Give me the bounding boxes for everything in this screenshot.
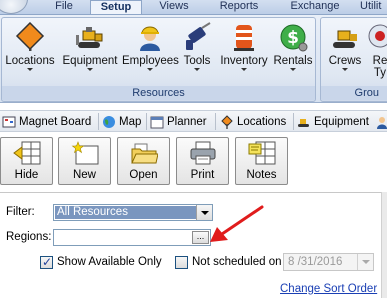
change-sort-order-link[interactable]: Change Sort Order bbox=[280, 283, 377, 295]
application-menu-button[interactable] bbox=[0, 0, 28, 14]
planner-label: Planner bbox=[167, 116, 207, 128]
chevron-down-icon[interactable] bbox=[27, 68, 33, 71]
resources-group-label: Resources bbox=[2, 86, 315, 100]
notes-label: Notes bbox=[246, 169, 277, 181]
filter-dropdown[interactable]: All Resources bbox=[53, 204, 213, 221]
location-pin-icon bbox=[221, 115, 233, 129]
panel-scrollbar[interactable] bbox=[381, 192, 387, 298]
locations-label: Locations bbox=[5, 55, 55, 67]
magnet-board-button[interactable]: Magnet Board bbox=[2, 114, 91, 130]
tools-label: Tools bbox=[183, 55, 211, 67]
printer-icon bbox=[190, 141, 215, 165]
crew-bulldozer-icon bbox=[333, 30, 357, 48]
gear-search-icon bbox=[368, 24, 387, 48]
rentals-label: Rentals bbox=[273, 55, 313, 67]
show-available-checkbox[interactable] bbox=[40, 255, 53, 269]
notes-button[interactable]: Notes bbox=[235, 137, 288, 185]
toolbar-divider bbox=[215, 113, 216, 130]
locations-view-button[interactable]: Locations bbox=[220, 114, 286, 130]
locations-view-label: Locations bbox=[237, 116, 287, 128]
drill-icon bbox=[186, 22, 211, 50]
chevron-down-icon[interactable] bbox=[147, 68, 153, 71]
schedule-date-value: 8 /31/2016 bbox=[288, 256, 343, 268]
rental-dollar-icon: $ bbox=[280, 24, 308, 52]
filter-label: Filter: bbox=[6, 206, 35, 218]
requirement-types-button[interactable]: Re Ty bbox=[365, 22, 387, 79]
rentals-button[interactable]: $ Rentals bbox=[272, 22, 314, 71]
equipment-view-label: Equipment bbox=[314, 116, 369, 128]
open-label: Open bbox=[129, 169, 158, 181]
magnet-board-icon bbox=[2, 116, 16, 128]
magnet-board-label: Magnet Board bbox=[19, 116, 92, 128]
chevron-down-icon[interactable] bbox=[342, 68, 348, 71]
hide-button[interactable]: Hide bbox=[0, 137, 53, 185]
inventory-label: Inventory bbox=[220, 55, 268, 67]
regions-browse-button[interactable]: ... bbox=[192, 231, 209, 244]
globe-icon bbox=[103, 116, 115, 128]
chevron-down-icon[interactable] bbox=[357, 254, 373, 270]
traffic-barrel-icon bbox=[234, 25, 254, 51]
show-available-label: Show Available Only bbox=[57, 256, 162, 268]
equipment-label: Equipment bbox=[62, 55, 118, 67]
not-scheduled-label: Not scheduled on bbox=[192, 256, 282, 268]
employees-view-button[interactable] bbox=[375, 114, 387, 130]
employees-button[interactable]: Employees bbox=[122, 22, 179, 71]
crews-button[interactable]: Crews bbox=[327, 22, 363, 71]
regions-label: Regions: bbox=[6, 231, 52, 243]
red-arrow-annotation-icon bbox=[210, 205, 264, 242]
ribbon-tab-strip: File Setup Views Reports Exchange Utilit bbox=[0, 0, 387, 15]
location-pin-icon bbox=[15, 22, 45, 51]
chevron-down-icon[interactable] bbox=[290, 68, 296, 71]
view-toolbar: Magnet Board Map Planner Locations Equip… bbox=[0, 110, 387, 132]
new-document-icon bbox=[71, 141, 98, 165]
chevron-down-icon[interactable] bbox=[87, 68, 93, 71]
print-label: Print bbox=[190, 169, 215, 181]
chevron-down-icon[interactable] bbox=[241, 68, 247, 71]
equipment-button[interactable]: Equipment bbox=[60, 22, 120, 71]
notes-icon bbox=[248, 141, 275, 165]
crews-group: Crews Re Ty Grou bbox=[320, 17, 387, 102]
not-scheduled-checkbox[interactable] bbox=[175, 256, 188, 269]
ribbon: Locations Equipment Employees Tools Inve… bbox=[0, 14, 387, 103]
toolbar-divider bbox=[293, 113, 294, 130]
tab-exchange[interactable]: Exchange bbox=[283, 0, 347, 14]
resources-group: Locations Equipment Employees Tools Inve… bbox=[1, 17, 316, 102]
requirement-label-line2: Ty bbox=[373, 67, 387, 79]
crews-group-label: Grou bbox=[321, 86, 387, 100]
crews-label: Crews bbox=[328, 55, 362, 67]
new-label: New bbox=[72, 169, 96, 181]
bulldozer-icon bbox=[298, 119, 309, 127]
print-button[interactable]: Print bbox=[176, 137, 229, 185]
map-button[interactable]: Map bbox=[102, 114, 141, 130]
employees-label: Employees bbox=[122, 55, 179, 67]
tab-views[interactable]: Views bbox=[150, 0, 198, 14]
toolbar-divider bbox=[98, 113, 99, 130]
regions-input[interactable] bbox=[53, 229, 211, 246]
toolbar-divider bbox=[146, 113, 147, 130]
chevron-down-icon[interactable] bbox=[194, 68, 200, 71]
new-button[interactable]: New bbox=[58, 137, 111, 185]
tab-file[interactable]: File bbox=[46, 0, 82, 14]
tab-reports[interactable]: Reports bbox=[210, 0, 268, 14]
svg-text:$: $ bbox=[287, 28, 299, 48]
tools-button[interactable]: Tools bbox=[180, 22, 214, 71]
locations-button[interactable]: Locations bbox=[4, 22, 56, 71]
open-button[interactable]: Open bbox=[117, 137, 170, 185]
employee-icon bbox=[377, 117, 387, 129]
planner-button[interactable]: Planner bbox=[150, 114, 207, 130]
tab-setup[interactable]: Setup bbox=[90, 0, 142, 15]
planner-icon bbox=[150, 116, 164, 129]
requirement-label-line1: Re bbox=[372, 55, 387, 67]
inventory-button[interactable]: Inventory bbox=[218, 22, 270, 71]
schedule-date-picker[interactable]: 8 /31/2016 bbox=[283, 253, 374, 271]
employee-worker-icon bbox=[140, 26, 160, 51]
open-folder-icon bbox=[130, 143, 158, 164]
bulldozer-icon bbox=[76, 27, 103, 48]
hide-grid-icon bbox=[12, 141, 40, 165]
filter-selected-value: All Resources bbox=[55, 206, 196, 219]
equipment-view-button[interactable]: Equipment bbox=[297, 114, 369, 130]
tab-utilities[interactable]: Utilit bbox=[360, 0, 387, 14]
hide-label: Hide bbox=[14, 169, 39, 181]
map-label: Map bbox=[119, 116, 142, 128]
